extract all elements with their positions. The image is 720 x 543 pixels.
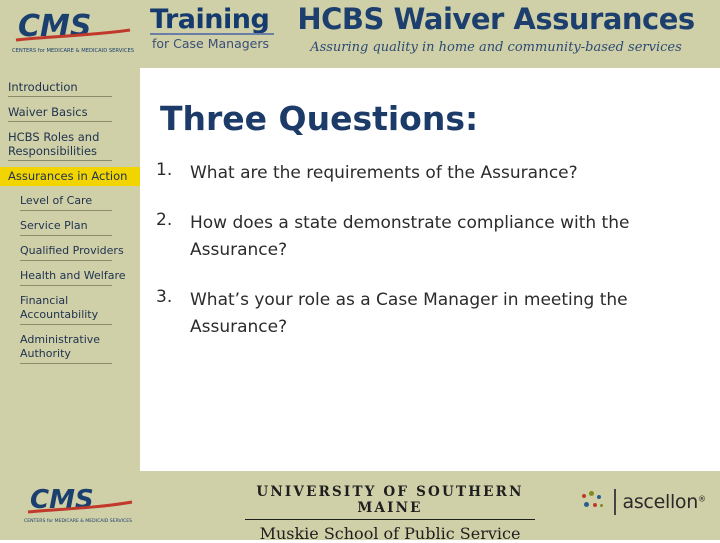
sidebar-item-label: Waiver Basics: [8, 105, 88, 119]
divider: [20, 285, 112, 286]
sidebar-item-waiver-basics[interactable]: Waiver Basics: [0, 103, 140, 122]
sidebar-item-label: Level of Care: [20, 194, 93, 207]
sidebar-item-label: Administrative Authority: [20, 333, 101, 360]
list-item-number: 2.: [156, 210, 173, 230]
header-rule: [150, 33, 274, 35]
sidebar-item-label: Financial Accountability: [20, 294, 99, 321]
content-heading: Three Questions:: [160, 99, 479, 138]
divider: [614, 489, 617, 515]
sidebar-item-hcbs-roles-and-responsibilities[interactable]: HCBS Roles and Responsibilities: [0, 128, 140, 161]
questions-list: 1. What are the requirements of the Assu…: [152, 160, 712, 364]
slide-content: Three Questions: 1. What are the require…: [140, 68, 720, 471]
list-item-text: How does a state demonstrate compliance …: [190, 213, 630, 260]
divider: [8, 160, 112, 161]
sidebar-item-health-and-welfare[interactable]: Health and Welfare: [0, 267, 140, 286]
sidebar: Introduction Waiver Basics HCBS Roles an…: [0, 68, 140, 471]
sidebar-item-introduction[interactable]: Introduction: [0, 78, 140, 97]
cms-logo-footer-icon: CMS CENTERS for MEDICARE & MEDICAID SERV…: [22, 480, 140, 528]
page-title: HCBS Waiver Assurances: [297, 2, 695, 36]
slide-footer: CMS CENTERS for MEDICARE & MEDICAID SERV…: [0, 471, 720, 543]
list-item: 3. What’s your role as a Case Manager in…: [152, 287, 712, 341]
cms-logo-icon: CMS CENTERS for MEDICARE & MEDICAID SERV…: [10, 6, 140, 58]
list-item-number: 1.: [156, 160, 173, 180]
page-subtitle: Assuring quality in home and community-b…: [310, 40, 682, 55]
sidebar-item-level-of-care[interactable]: Level of Care: [0, 192, 140, 211]
divider: [20, 235, 112, 236]
slide: CMS CENTERS for MEDICARE & MEDICAID SERV…: [0, 0, 720, 543]
list-item-number: 3.: [156, 287, 173, 307]
sidebar-item-label: Assurances in Action: [8, 169, 128, 183]
slide-header: CMS CENTERS for MEDICARE & MEDICAID SERV…: [0, 0, 720, 68]
svg-text:CENTERS for MEDICARE & MEDICAI: CENTERS for MEDICARE & MEDICAID SERVICES: [24, 518, 132, 524]
sidebar-item-qualified-providers[interactable]: Qualified Providers: [0, 242, 140, 261]
training-word: Training: [150, 4, 270, 35]
partner-name: ascellon: [622, 491, 698, 513]
sidebar-item-administrative-authority[interactable]: Administrative Authority: [0, 331, 140, 364]
sidebar-item-assurances-in-action[interactable]: Assurances in Action: [0, 167, 140, 186]
sidebar-item-service-plan[interactable]: Service Plan: [0, 217, 140, 236]
sidebar-item-label: Service Plan: [20, 219, 88, 232]
dots-icon: [582, 491, 608, 513]
divider: [8, 121, 112, 122]
sidebar-item-label: Introduction: [8, 80, 78, 94]
divider: [20, 363, 112, 364]
svg-text:CENTERS for MEDICARE & MEDICAI: CENTERS for MEDICARE & MEDICAID SERVICES: [12, 48, 134, 54]
school-name: Muskie School of Public Service: [259, 524, 521, 543]
sidebar-item-label: Health and Welfare: [20, 269, 126, 282]
divider: [8, 96, 112, 97]
university-logo: UNIVERSITY OF SOUTHERN MAINE Muskie Scho…: [240, 484, 540, 543]
list-item: 1. What are the requirements of the Assu…: [152, 160, 712, 187]
divider: [20, 210, 112, 211]
list-item-text: What are the requirements of the Assuran…: [190, 163, 578, 183]
divider: [20, 324, 112, 325]
training-subtitle: for Case Managers: [152, 36, 270, 51]
partner-logo: ascellon®: [582, 489, 706, 515]
list-item: 2. How does a state demonstrate complian…: [152, 210, 712, 264]
divider: [20, 260, 112, 261]
registered-mark: ®: [698, 494, 706, 504]
sidebar-item-financial-accountability[interactable]: Financial Accountability: [0, 292, 140, 325]
university-name: UNIVERSITY OF SOUTHERN MAINE: [256, 484, 524, 516]
sidebar-item-label: HCBS Roles and Responsibilities: [8, 130, 100, 158]
sidebar-item-label: Qualified Providers: [20, 244, 124, 257]
divider: [245, 519, 535, 520]
list-item-text: What’s your role as a Case Manager in me…: [190, 290, 628, 337]
